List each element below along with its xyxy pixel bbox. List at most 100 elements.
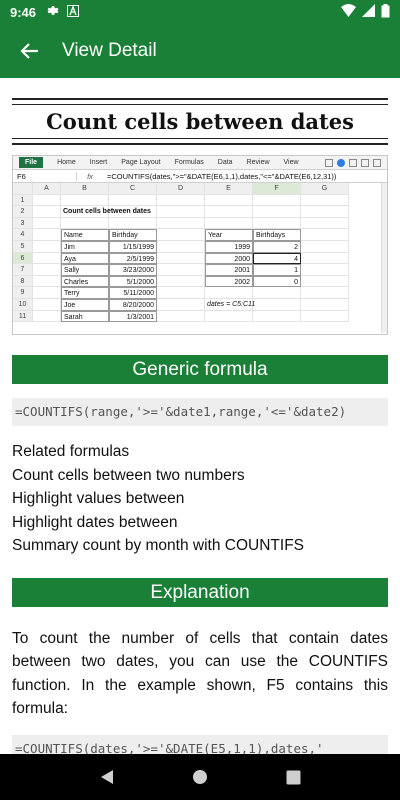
- minimize-icon: [349, 158, 357, 167]
- help-icon: [337, 158, 345, 167]
- table-cell: Sarah: [61, 310, 109, 323]
- system-nav-bar: [0, 754, 400, 800]
- settings-gear-icon: [46, 4, 59, 20]
- table-cell: Jim: [61, 240, 109, 253]
- fx-icon: fx: [87, 171, 93, 181]
- related-link[interactable]: Highlight dates between: [12, 511, 388, 535]
- row-header: 4: [13, 229, 33, 241]
- status-bar: 9:46: [0, 0, 400, 24]
- status-time: 9:46: [10, 4, 37, 20]
- wifi-icon: [341, 4, 356, 20]
- table-cell: Aya: [61, 252, 109, 265]
- table-cell: Terry: [61, 287, 109, 299]
- table-cell: 8/20/2000: [109, 298, 157, 311]
- row-header: 7: [13, 264, 33, 276]
- article-header: Count cells between dates: [12, 98, 388, 145]
- row-header: 2: [13, 206, 33, 218]
- active-cell: 4: [253, 252, 301, 265]
- table-cell: 2: [253, 240, 301, 253]
- column-header: F: [253, 183, 301, 195]
- explanation-heading: Explanation: [12, 577, 388, 607]
- table-header-cell: Birthday: [109, 229, 157, 241]
- corner-cell: [13, 183, 33, 195]
- excel-tab: Home: [57, 159, 76, 166]
- row-header: 3: [13, 217, 33, 230]
- table-cell: 1: [253, 264, 301, 276]
- excel-screenshot: File Home Insert Page Layout Formulas Da…: [12, 155, 388, 335]
- row-header: 1: [13, 194, 33, 207]
- square-recents-icon: [286, 770, 301, 784]
- excel-tab: Review: [246, 159, 270, 166]
- notification-a-icon: [67, 4, 80, 20]
- row-header: 11: [13, 310, 33, 323]
- explanation-formula-code: =COUNTIFS(dates,'>='&DATE(E5,1,1),dates,…: [12, 734, 388, 754]
- column-header: A: [33, 183, 61, 195]
- app-title: View Detail: [62, 40, 157, 61]
- name-box: F6: [13, 171, 77, 181]
- triangle-back-icon: [100, 770, 113, 784]
- table-header-cell: Birthdays: [253, 229, 301, 241]
- back-button[interactable]: [16, 37, 44, 65]
- table-header-cell: Name: [61, 229, 109, 241]
- excel-tab: Formulas: [174, 159, 204, 166]
- restore-icon: [361, 158, 369, 167]
- arrow-back-icon: [20, 43, 38, 59]
- app-bar: View Detail: [0, 24, 400, 78]
- excel-tab: Data: [217, 159, 233, 166]
- article-title: Count cells between dates: [12, 104, 388, 139]
- generic-formula-code: =COUNTIFS(range,'>='&date1,range,'<='&da…: [12, 398, 388, 426]
- table-cell: 3/23/2000: [109, 264, 157, 276]
- related-heading: Related formulas: [12, 443, 130, 460]
- excel-tab: View: [283, 159, 299, 166]
- related-link[interactable]: Highlight values between: [12, 487, 388, 511]
- battery-icon: [381, 3, 390, 21]
- excel-ribbon: File Home Insert Page Layout Formulas Da…: [13, 156, 387, 170]
- generic-formula-heading: Generic formula: [12, 355, 388, 384]
- table-cell: 2/5/1999: [109, 252, 157, 265]
- nav-recents-button[interactable]: [278, 762, 308, 792]
- circle-home-icon: [192, 770, 207, 784]
- close-icon: [373, 158, 381, 167]
- related-formulas: Related formulas Count cells between two…: [12, 440, 388, 558]
- row-header: 6: [13, 252, 33, 265]
- table-cell: Charles: [61, 275, 109, 288]
- signal-icon: [362, 4, 375, 20]
- table-cell: Sally: [61, 264, 109, 276]
- sheet-heading: Count cells between dates: [61, 206, 151, 218]
- sheet-scrollbar: [381, 183, 387, 333]
- excel-tab: Insert: [89, 159, 108, 166]
- ribbon-options-icon: [325, 158, 333, 167]
- row-header: 5: [13, 240, 33, 253]
- excel-tab: Page Layout: [121, 159, 161, 166]
- table-cell: 5/11/2000: [109, 287, 157, 299]
- row-header: 8: [13, 275, 33, 288]
- table-cell: 1/15/1999: [109, 240, 157, 253]
- article-content[interactable]: Count cells between dates File Home Inse…: [0, 78, 400, 754]
- column-header: C: [109, 183, 157, 195]
- explanation-text: To count the number of cells that contai…: [12, 629, 388, 718]
- column-header: D: [157, 183, 205, 195]
- table-cell: 1999: [205, 240, 253, 253]
- table-cell: 0: [253, 275, 301, 288]
- related-link[interactable]: Count cells between two numbers: [12, 464, 388, 488]
- excel-tab: File: [19, 157, 44, 168]
- table-cell: 2002: [205, 275, 253, 288]
- spreadsheet-grid: A B C D E F G 1 2 Count cells between da…: [13, 183, 387, 323]
- row-header: 9: [13, 287, 33, 299]
- table-cell: Joe: [61, 298, 109, 311]
- row-header: 10: [13, 298, 33, 311]
- formula-text: =COUNTIFS(dates,">="&DATE(E6,1,1),dates,…: [107, 171, 337, 181]
- table-header-cell: Year: [205, 229, 253, 241]
- related-link[interactable]: Summary count by month with COUNTIFS: [12, 534, 388, 558]
- column-header: E: [205, 183, 253, 195]
- table-cell: 2001: [205, 264, 253, 276]
- nav-back-button[interactable]: [92, 762, 122, 792]
- table-cell: 1/3/2001: [109, 310, 157, 323]
- nav-home-button[interactable]: [185, 762, 215, 792]
- table-cell: 5/1/2000: [109, 275, 157, 288]
- named-range-note: dates = C5:C11: [205, 298, 255, 311]
- column-header: B: [61, 183, 109, 195]
- formula-bar: F6 fx =COUNTIFS(dates,">="&DATE(E6,1,1),…: [13, 170, 387, 183]
- table-cell: 2000: [205, 252, 253, 265]
- column-header: G: [301, 183, 349, 195]
